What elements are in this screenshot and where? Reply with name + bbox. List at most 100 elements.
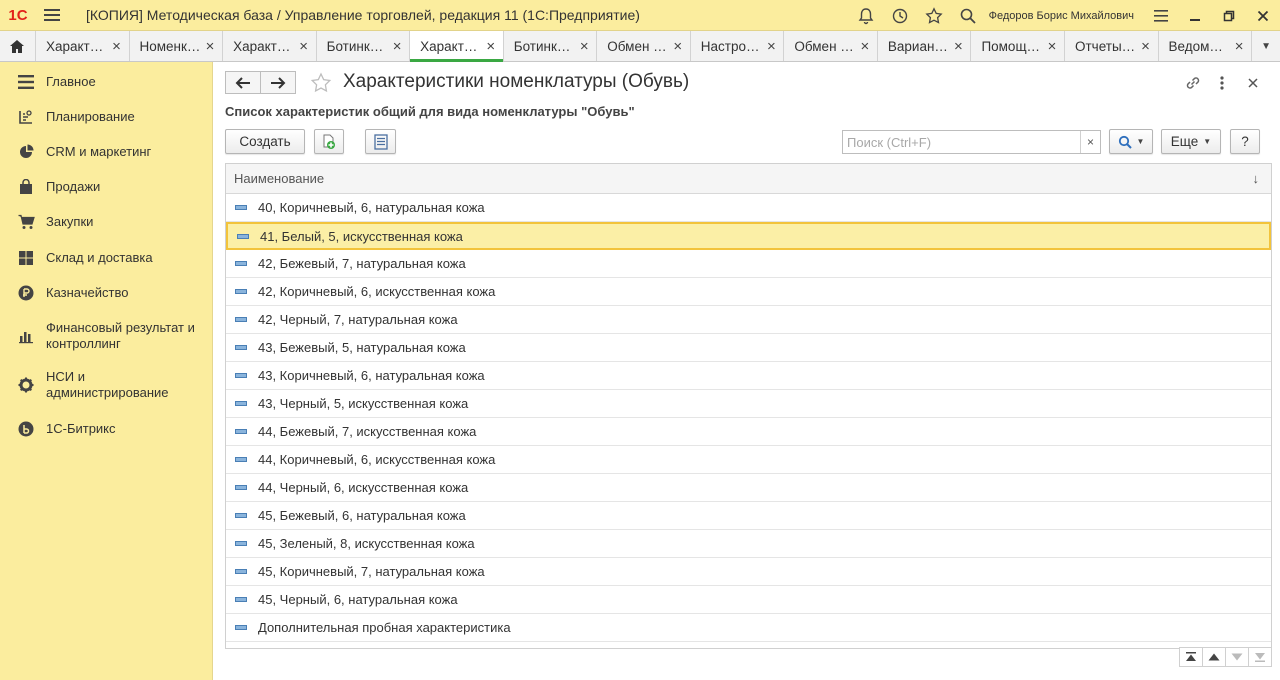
scroll-to-top-button[interactable] — [1179, 647, 1203, 667]
sidebar-item-warehouse[interactable]: Склад и доставка — [0, 248, 153, 268]
history-icon[interactable] — [883, 0, 917, 31]
close-tab-icon[interactable]: × — [1046, 38, 1058, 55]
table-row[interactable]: 45, Черный, 6, натуральная кожа — [226, 586, 1271, 614]
scroll-to-bottom-button[interactable] — [1248, 647, 1272, 667]
restore-icon[interactable] — [1212, 0, 1246, 31]
close-tab-icon[interactable]: × — [952, 38, 964, 55]
table-row[interactable]: 45, Бежевый, 6, натуральная кожа — [226, 502, 1271, 530]
tab-item[interactable]: Вариан… × — [877, 31, 972, 61]
clear-search-icon[interactable]: × — [1080, 131, 1100, 153]
close-tab-icon[interactable]: × — [859, 38, 871, 55]
table-row[interactable]: 43, Черный, 5, искусственная кожа — [226, 390, 1271, 418]
tab-item[interactable]: Обмен … × — [597, 31, 691, 61]
close-tab-icon[interactable]: × — [1140, 38, 1152, 55]
table-row[interactable]: 43, Бежевый, 5, натуральная кожа — [226, 334, 1271, 362]
table-row[interactable]: 42, Коричневый, 6, искусственная кожа — [226, 278, 1271, 306]
row-name-cell: 45, Коричневый, 7, натуральная кожа — [258, 564, 485, 579]
main-menu-icon[interactable] — [36, 0, 68, 31]
close-tab-icon[interactable]: × — [298, 38, 310, 55]
page-title: Характеристики номенклатуры (Обувь) — [343, 71, 690, 92]
create-button[interactable]: Создать — [225, 129, 305, 154]
close-tab-icon[interactable]: × — [672, 38, 684, 55]
tab-item[interactable]: Характ… × — [223, 31, 317, 61]
settings-menu-icon[interactable] — [1144, 0, 1178, 31]
more-button-label: Еще — [1170, 134, 1199, 149]
tab-item[interactable]: Ботинк… × — [503, 31, 598, 61]
close-tab-icon[interactable]: × — [204, 38, 216, 55]
tab-item[interactable]: Ботинк… × — [316, 31, 411, 61]
favorites-star-icon[interactable] — [917, 0, 951, 31]
sidebar-item-crm[interactable]: CRM и маркетинг — [0, 142, 151, 162]
close-tab-icon[interactable]: × — [578, 38, 590, 55]
close-tab-icon[interactable]: × — [485, 38, 497, 55]
bell-icon[interactable] — [849, 0, 883, 31]
tab-item[interactable]: Настро… × — [690, 31, 785, 61]
tab-item[interactable]: Обмен … × — [784, 31, 878, 61]
sidebar-item-planning[interactable]: Планирование — [0, 107, 135, 127]
current-user-name[interactable]: Федоров Борис Михайлович — [989, 10, 1134, 22]
sort-descending-icon[interactable]: ↓ — [1253, 171, 1260, 186]
table-header[interactable]: Наименование ↓ — [226, 164, 1271, 194]
sidebar-item-sales[interactable]: Продажи — [0, 177, 100, 197]
copy-button[interactable] — [314, 129, 344, 154]
table-row-selected[interactable]: 41, Белый, 5, искусственная кожа — [226, 222, 1271, 250]
tab-item[interactable]: Номенк… × — [129, 31, 224, 61]
tab-label: Ботинк… — [513, 38, 571, 54]
sidebar-item-nsi-admin[interactable]: НСИ и администрирование — [0, 369, 186, 401]
forward-button[interactable] — [260, 71, 296, 94]
close-tab-icon[interactable]: × — [1233, 38, 1245, 55]
search-field[interactable]: × — [842, 130, 1101, 154]
more-actions-kebab-icon[interactable] — [1211, 72, 1233, 94]
arrow-right-icon — [271, 76, 286, 89]
tab-item-active[interactable]: Характ… × — [410, 31, 504, 62]
table-row[interactable]: 42, Черный, 7, натуральная кожа — [226, 306, 1271, 334]
search-input[interactable] — [843, 131, 1080, 153]
help-button[interactable]: ? — [1230, 129, 1260, 154]
1c-logo-icon[interactable]: 1С — [0, 0, 36, 31]
row-name-cell: 43, Коричневый, 6, натуральная кожа — [258, 368, 485, 383]
more-tabs-chevron-icon[interactable]: ▼ — [1252, 31, 1280, 61]
bar-chart-icon — [16, 326, 36, 346]
scroll-down-button[interactable] — [1225, 647, 1249, 667]
tab-item[interactable]: Помощ… × — [971, 31, 1065, 61]
table-row[interactable]: Дополнительная пробная характеристика — [226, 614, 1271, 642]
column-header-name[interactable]: Наименование — [234, 171, 324, 186]
minimize-icon[interactable] — [1178, 0, 1212, 31]
table-row[interactable]: 42, Бежевый, 7, натуральная кожа — [226, 250, 1271, 278]
table-row[interactable]: 44, Коричневый, 6, искусственная кожа — [226, 446, 1271, 474]
list-settings-button[interactable] — [365, 129, 396, 154]
more-button[interactable]: Еще ▼ — [1161, 129, 1221, 154]
search-options-button[interactable]: ▼ — [1109, 129, 1153, 154]
close-tab-icon[interactable]: × — [111, 38, 123, 55]
row-name-cell: 45, Бежевый, 6, натуральная кожа — [258, 508, 466, 523]
form-subtitle: Список характеристик общий для вида номе… — [225, 104, 635, 119]
back-button[interactable] — [225, 71, 261, 94]
sidebar-item-financial-result[interactable]: Финансовый результат и контроллинг — [0, 320, 206, 352]
favorite-star-icon[interactable] — [309, 71, 333, 95]
close-tab-icon[interactable]: × — [391, 38, 403, 55]
tab-item[interactable]: Ведом… × — [1158, 31, 1253, 61]
characteristics-list[interactable]: Наименование ↓ 40, Коричневый, 6, натура… — [225, 163, 1272, 649]
table-row[interactable]: 45, Коричневый, 7, натуральная кожа — [226, 558, 1271, 586]
characteristic-item-icon — [235, 457, 247, 462]
sidebar-item-bitrix[interactable]: 1С-Битрикс — [0, 419, 116, 439]
table-body: 40, Коричневый, 6, натуральная кожа 41, Б… — [226, 194, 1271, 642]
table-row[interactable]: 44, Черный, 6, искусственная кожа — [226, 474, 1271, 502]
close-form-icon[interactable] — [1242, 72, 1264, 94]
table-row[interactable]: 43, Коричневый, 6, натуральная кожа — [226, 362, 1271, 390]
table-row[interactable]: 40, Коричневый, 6, натуральная кожа — [226, 194, 1271, 222]
sidebar-item-main[interactable]: Главное — [0, 72, 96, 92]
tab-item[interactable]: Характ… × — [35, 31, 130, 61]
link-icon[interactable] — [1182, 72, 1204, 94]
list-icon — [373, 133, 388, 150]
tab-item[interactable]: Отчеты… × — [1064, 31, 1159, 61]
home-icon[interactable] — [0, 31, 36, 61]
close-tab-icon[interactable]: × — [765, 38, 777, 55]
sidebar-item-purchases[interactable]: Закупки — [0, 212, 93, 232]
close-window-icon[interactable] — [1246, 0, 1280, 31]
table-row[interactable]: 44, Бежевый, 7, искусственная кожа — [226, 418, 1271, 446]
scroll-up-button[interactable] — [1202, 647, 1226, 667]
search-icon[interactable] — [951, 0, 985, 31]
sidebar-item-treasury[interactable]: Казначейство — [0, 283, 128, 303]
table-row[interactable]: 45, Зеленый, 8, искусственная кожа — [226, 530, 1271, 558]
